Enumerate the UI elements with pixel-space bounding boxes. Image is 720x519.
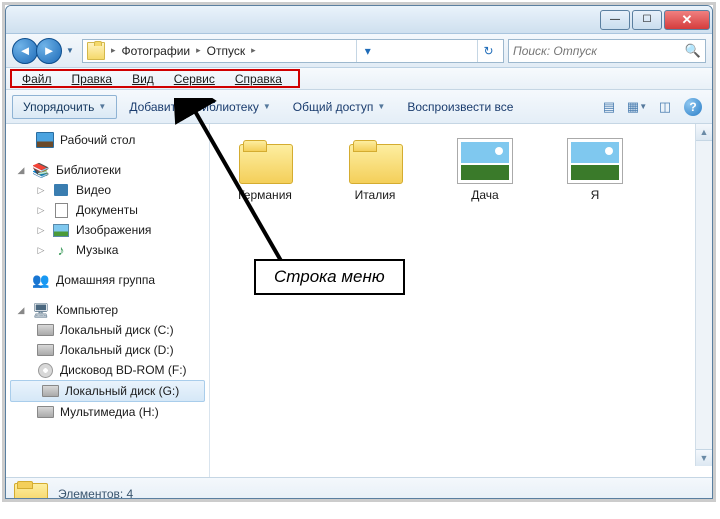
menu-view[interactable]: Вид xyxy=(122,70,164,88)
menu-help[interactable]: Справка xyxy=(225,70,292,88)
minimize-button[interactable]: — xyxy=(600,10,630,30)
navigation-pane[interactable]: Рабочий стол ◢📚Библиотеки ▷Видео ▷Докуме… xyxy=(6,124,210,477)
expand-icon[interactable]: ▷ xyxy=(36,225,46,236)
search-input[interactable] xyxy=(513,44,681,58)
desktop-icon xyxy=(36,132,54,148)
homegroup-icon: 👥 xyxy=(32,272,50,288)
menu-tools[interactable]: Сервис xyxy=(164,70,225,88)
tree-video[interactable]: ▷Видео xyxy=(6,180,209,200)
tree-computer[interactable]: ◢🖥Компьютер xyxy=(6,300,209,320)
titlebar: — ☐ ✕ xyxy=(6,6,712,34)
disk-icon xyxy=(41,383,59,399)
folder-icon xyxy=(347,138,403,184)
maximize-button[interactable]: ☐ xyxy=(632,10,662,30)
disk-icon xyxy=(36,322,54,338)
tree-libraries[interactable]: ◢📚Библиотеки xyxy=(6,160,209,180)
organize-button[interactable]: Упорядочить ▼ xyxy=(12,95,117,119)
tree-desktop[interactable]: Рабочий стол xyxy=(6,130,209,150)
image-icon xyxy=(52,222,70,238)
chevron-down-icon: ▼ xyxy=(263,102,271,111)
chevron-right-icon: ▸ xyxy=(109,45,118,56)
breadcrumb-segment[interactable]: Фотографии xyxy=(122,44,191,58)
video-icon xyxy=(52,182,70,198)
tree-disk-g[interactable]: Локальный диск (G:) xyxy=(10,380,205,402)
address-bar[interactable]: ▸ Фотографии ▸ Отпуск ▸ ▾ ↻ xyxy=(82,39,504,63)
breadcrumb-segment[interactable]: Отпуск xyxy=(207,44,245,58)
menu-edit[interactable]: Правка xyxy=(62,70,123,88)
libraries-icon: 📚 xyxy=(32,162,50,178)
menu-bar: Файл Правка Вид Сервис Справка xyxy=(6,68,712,90)
menu-file[interactable]: Файл xyxy=(12,70,62,88)
tree-music[interactable]: ▷♪Музыка xyxy=(6,240,209,260)
expand-icon[interactable]: ▷ xyxy=(36,185,46,196)
tree-images[interactable]: ▷Изображения xyxy=(6,220,209,240)
help-button[interactable]: ? xyxy=(680,96,706,118)
music-icon: ♪ xyxy=(52,242,70,258)
explorer-window: — ☐ ✕ ◄ ► ▼ ▸ Фотографии ▸ Отпуск ▸ ▾ ↻ … xyxy=(5,5,713,499)
folder-icon xyxy=(87,42,105,60)
play-all-button[interactable]: Воспроизвести все xyxy=(397,96,523,118)
chevron-right-icon: ▸ xyxy=(194,45,203,56)
photo-icon xyxy=(567,138,623,184)
navbar: ◄ ► ▼ ▸ Фотографии ▸ Отпуск ▸ ▾ ↻ 🔍 xyxy=(6,34,712,68)
chevron-right-icon: ▸ xyxy=(249,45,258,56)
vertical-scrollbar[interactable]: ▲ ▼ xyxy=(695,124,712,466)
nav-history-dropdown[interactable]: ▼ xyxy=(66,46,78,55)
folder-icon xyxy=(14,481,48,500)
close-button[interactable]: ✕ xyxy=(664,10,710,30)
content-pane[interactable]: Германия Италия Дача Я xyxy=(210,124,712,477)
document-icon xyxy=(52,202,70,218)
disk-icon xyxy=(36,404,54,420)
dvd-icon xyxy=(36,362,54,378)
back-button[interactable]: ◄ xyxy=(12,38,38,64)
collapse-icon[interactable]: ◢ xyxy=(16,165,26,176)
tree-documents[interactable]: ▷Документы xyxy=(6,200,209,220)
item-photo[interactable]: Я xyxy=(550,138,640,202)
tree-dvd-f[interactable]: Дисковод BD-ROM (F:) xyxy=(6,360,209,380)
item-folder[interactable]: Германия xyxy=(220,138,310,202)
command-bar: Упорядочить ▼ Добавить в библиотеку ▼ Об… xyxy=(6,90,712,124)
collapse-icon[interactable]: ◢ xyxy=(16,305,26,316)
item-photo[interactable]: Дача xyxy=(440,138,530,202)
expand-icon[interactable]: ▷ xyxy=(36,205,46,216)
computer-icon: 🖥 xyxy=(32,302,50,318)
refresh-button[interactable]: ↻ xyxy=(477,40,499,62)
help-icon: ? xyxy=(684,98,702,116)
status-bar: Элементов: 4 xyxy=(6,477,712,499)
expand-icon[interactable]: ▷ xyxy=(36,245,46,256)
tree-disk-d[interactable]: Локальный диск (D:) xyxy=(6,340,209,360)
annotation-label: Строка меню xyxy=(254,259,405,295)
photo-icon xyxy=(457,138,513,184)
scroll-up-icon[interactable]: ▲ xyxy=(696,124,712,141)
scroll-down-icon[interactable]: ▼ xyxy=(696,449,712,466)
add-to-library-button[interactable]: Добавить в библиотеку ▼ xyxy=(119,96,280,118)
preview-pane-icon[interactable]: ◫ xyxy=(652,96,678,118)
status-count: Элементов: 4 xyxy=(58,487,133,500)
disk-icon xyxy=(36,342,54,358)
view-options-icon[interactable]: ▦ ▼ xyxy=(624,96,650,118)
search-box[interactable]: 🔍 xyxy=(508,39,706,63)
share-button[interactable]: Общий доступ ▼ xyxy=(283,96,396,118)
addressbar-dropdown[interactable]: ▾ xyxy=(356,40,378,62)
forward-button[interactable]: ► xyxy=(36,38,62,64)
chevron-down-icon: ▼ xyxy=(98,102,106,111)
tree-disk-c[interactable]: Локальный диск (C:) xyxy=(6,320,209,340)
chevron-down-icon: ▼ xyxy=(377,102,385,111)
tree-multimedia-h[interactable]: Мультимедиа (H:) xyxy=(6,402,209,422)
folder-icon xyxy=(237,138,293,184)
item-folder[interactable]: Италия xyxy=(330,138,420,202)
tree-homegroup[interactable]: 👥Домашняя группа xyxy=(6,270,209,290)
slideshow-icon[interactable]: ▤ xyxy=(596,96,622,118)
search-icon: 🔍 xyxy=(685,43,701,59)
body: Рабочий стол ◢📚Библиотеки ▷Видео ▷Докуме… xyxy=(6,124,712,477)
